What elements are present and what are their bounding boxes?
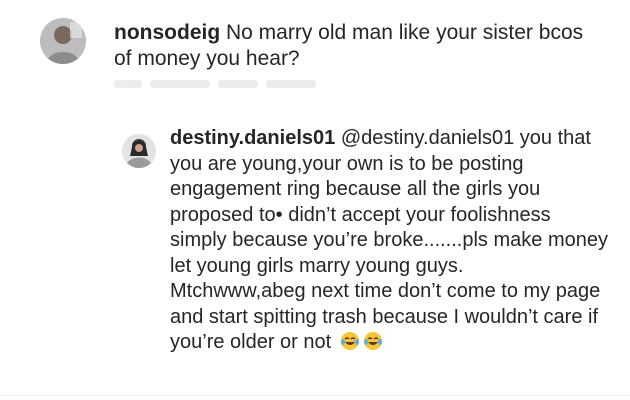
comment-text: nonsodeig No marry old man like your sis…: [114, 20, 584, 72]
reply-body-2: Mtchwww,abeg next time don’t come to my …: [170, 280, 601, 353]
avatar[interactable]: [40, 18, 86, 64]
reply-body: you that you are young,your own is to be…: [170, 127, 608, 277]
comment-meta-row: [114, 80, 324, 92]
avatar[interactable]: [122, 134, 156, 168]
profile-photo-icon: [122, 134, 156, 168]
profile-photo-icon: [40, 18, 86, 64]
mention-link[interactable]: @destiny.daniels01: [335, 127, 514, 149]
tears-of-joy-icon: [340, 332, 359, 350]
username[interactable]: destiny.daniels01: [170, 127, 335, 149]
username[interactable]: nonsodeig: [114, 21, 220, 44]
reply-text: destiny.daniels01 @destiny.daniels01 you…: [170, 126, 610, 356]
screen: { "comments": [ { "username": "nonsodeig…: [0, 0, 630, 400]
tears-of-joy-icon: [363, 332, 382, 350]
divider: [0, 395, 630, 396]
